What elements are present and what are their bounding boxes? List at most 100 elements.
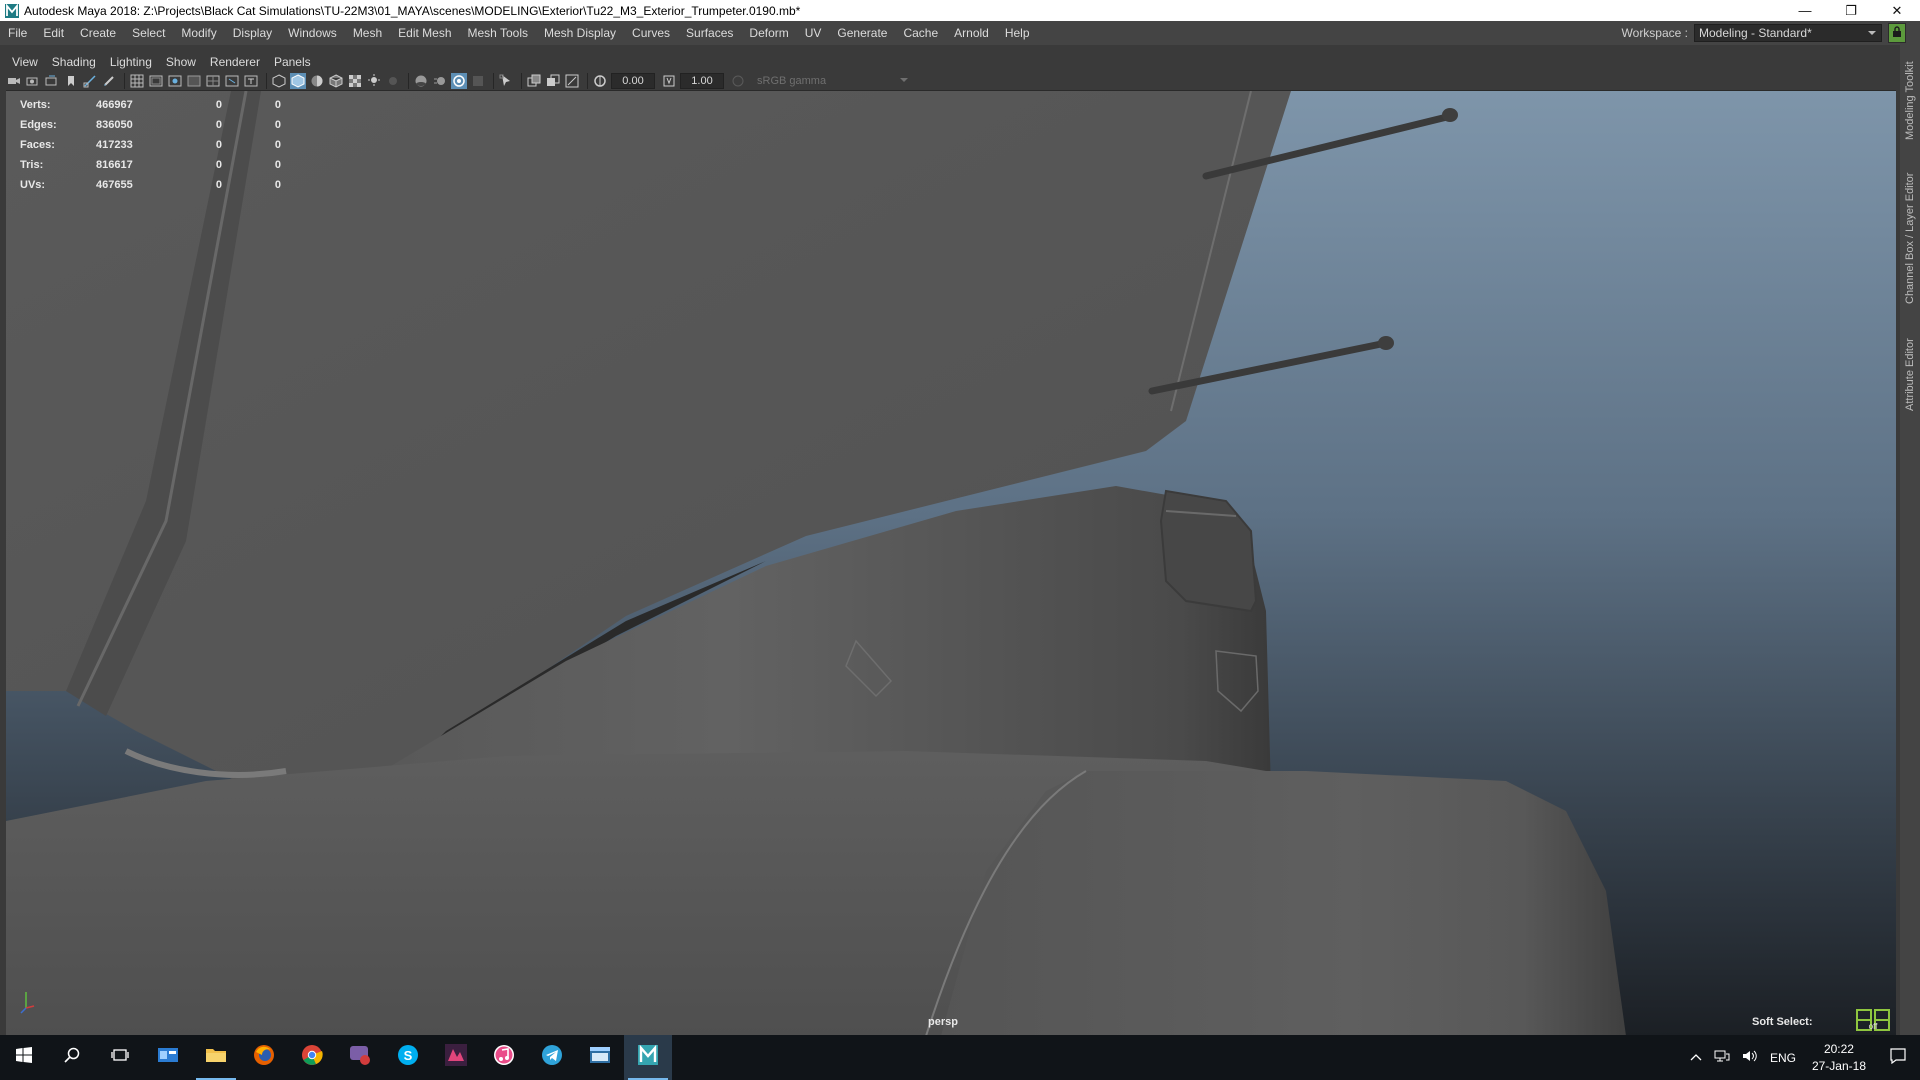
hud-value: 466967 <box>96 99 133 111</box>
taskbar-app-itunes[interactable] <box>480 1035 528 1080</box>
soft-select-toggle-icon[interactable]: off <box>1856 1009 1890 1031</box>
textured-icon[interactable] <box>347 73 363 89</box>
isolate-select-icon[interactable] <box>498 73 514 89</box>
lighting-icon[interactable] <box>366 73 382 89</box>
workspace-value: Modeling - Standard* <box>1699 26 1812 40</box>
panel-menu-show[interactable]: Show <box>160 55 204 69</box>
view-transform-icon[interactable] <box>730 73 746 89</box>
panel-menu-bar: View Shading Lighting Show Renderer Pane… <box>6 53 319 71</box>
anti-aliasing-icon[interactable] <box>451 73 467 89</box>
taskbar-app-media[interactable] <box>432 1035 480 1080</box>
menu-create[interactable]: Create <box>72 21 124 45</box>
tab-attribute-editor[interactable]: Attribute Editor <box>1900 325 1920 425</box>
menu-arnold[interactable]: Arnold <box>946 21 997 45</box>
clock[interactable]: 20:22 27-Jan-18 <box>1802 1041 1876 1075</box>
field-chart-icon[interactable] <box>205 73 221 89</box>
menu-windows[interactable]: Windows <box>280 21 345 45</box>
minimize-button[interactable]: — <box>1782 0 1828 21</box>
image-plane-icon[interactable] <box>63 73 79 89</box>
show-hidden-icons-button[interactable] <box>1684 1051 1708 1065</box>
shadows-icon[interactable] <box>385 73 401 89</box>
xray-joints-icon[interactable] <box>564 73 580 89</box>
taskbar-app-firefox[interactable] <box>240 1035 288 1080</box>
exposure-field[interactable]: 0.00 <box>611 73 655 89</box>
camera-attributes-icon[interactable] <box>25 73 41 89</box>
panel-toolbar: 0.00 1.00 sRGB gamma <box>6 71 1896 91</box>
window-app-icon <box>589 1046 611 1069</box>
safe-title-icon[interactable] <box>243 73 259 89</box>
search-button[interactable] <box>48 1035 96 1080</box>
taskbar-app-telegram[interactable] <box>528 1035 576 1080</box>
gamma-field[interactable]: 1.00 <box>680 73 724 89</box>
workspace-dropdown[interactable]: Modeling - Standard* <box>1694 24 1882 42</box>
action-center-button[interactable] <box>1876 1048 1920 1067</box>
menu-edit-mesh[interactable]: Edit Mesh <box>390 21 459 45</box>
menu-help[interactable]: Help <box>997 21 1038 45</box>
panel-menu-renderer[interactable]: Renderer <box>204 55 268 69</box>
tab-channel-box[interactable]: Channel Box / Layer Editor <box>1900 163 1920 313</box>
grease-pencil-icon[interactable] <box>101 73 117 89</box>
taskbar-app-chrome[interactable] <box>288 1035 336 1080</box>
film-gate-icon[interactable] <box>148 73 164 89</box>
xray-icon[interactable] <box>526 73 542 89</box>
taskbar-app-explorer-window[interactable] <box>144 1035 192 1080</box>
xray-active-components-icon[interactable] <box>545 73 561 89</box>
2d-pan-zoom-icon[interactable] <box>82 73 98 89</box>
screen-space-ao-icon[interactable] <box>413 73 429 89</box>
restore-button[interactable]: ❐ <box>1828 0 1874 21</box>
chevron-down-icon <box>899 75 909 87</box>
input-language[interactable]: ENG <box>1764 1051 1802 1065</box>
exposure-icon[interactable] <box>592 73 608 89</box>
select-camera-icon[interactable] <box>6 73 22 89</box>
menu-modify[interactable]: Modify <box>173 21 224 45</box>
menu-deform[interactable]: Deform <box>741 21 796 45</box>
menu-mesh-display[interactable]: Mesh Display <box>536 21 624 45</box>
viewport-persp[interactable]: Verts: 466967 0 0 Edges: 836050 0 0 Face… <box>6 90 1896 1035</box>
panel-menu-view[interactable]: View <box>6 55 46 69</box>
menu-cache[interactable]: Cache <box>895 21 946 45</box>
volume-button[interactable] <box>1736 1049 1764 1066</box>
panel-menu-shading[interactable]: Shading <box>46 55 104 69</box>
hud-value: 0 <box>215 99 222 111</box>
safe-action-icon[interactable] <box>224 73 240 89</box>
menu-uv[interactable]: UV <box>797 21 830 45</box>
gamma-icon[interactable] <box>661 73 677 89</box>
menu-file[interactable]: File <box>0 21 35 45</box>
smooth-shade-icon[interactable] <box>290 73 306 89</box>
depth-of-field-icon[interactable] <box>470 73 486 89</box>
task-view-button[interactable] <box>96 1035 144 1080</box>
colorspace-dropdown[interactable]: sRGB gamma <box>753 73 913 89</box>
menu-mesh-tools[interactable]: Mesh Tools <box>460 21 536 45</box>
motion-blur-icon[interactable] <box>432 73 448 89</box>
taskbar-app-window[interactable] <box>576 1035 624 1080</box>
default-material-icon[interactable] <box>309 73 325 89</box>
grid-icon[interactable] <box>129 73 145 89</box>
menu-mesh[interactable]: Mesh <box>345 21 390 45</box>
wireframe-icon[interactable] <box>271 73 287 89</box>
hud-label: Tris: <box>20 159 44 171</box>
tab-modeling-toolkit[interactable]: Modeling Toolkit <box>1900 51 1920 151</box>
wireframe-on-shaded-icon[interactable] <box>328 73 344 89</box>
panel-menu-lighting[interactable]: Lighting <box>104 55 160 69</box>
menu-surfaces[interactable]: Surfaces <box>678 21 741 45</box>
taskbar-app-file-explorer[interactable] <box>192 1035 240 1080</box>
toolbar-separator <box>521 73 522 89</box>
bookmark-icon[interactable] <box>44 73 60 89</box>
hud-row-verts: Verts: 466967 0 0 <box>20 95 281 115</box>
taskbar-app-chat[interactable] <box>336 1035 384 1080</box>
windows-start-button[interactable] <box>0 1035 48 1080</box>
menu-select[interactable]: Select <box>124 21 173 45</box>
resolution-gate-icon[interactable] <box>167 73 183 89</box>
taskbar-app-skype[interactable]: S <box>384 1035 432 1080</box>
workspace-lock-button[interactable] <box>1888 23 1906 43</box>
menu-curves[interactable]: Curves <box>624 21 678 45</box>
network-button[interactable] <box>1708 1049 1736 1066</box>
gate-mask-icon[interactable] <box>186 73 202 89</box>
hud-value: 0 <box>274 99 281 111</box>
menu-display[interactable]: Display <box>225 21 280 45</box>
menu-generate[interactable]: Generate <box>829 21 895 45</box>
close-button[interactable]: ✕ <box>1874 0 1920 21</box>
panel-menu-panels[interactable]: Panels <box>268 55 319 69</box>
taskbar-app-maya[interactable] <box>624 1035 672 1080</box>
menu-edit[interactable]: Edit <box>35 21 72 45</box>
